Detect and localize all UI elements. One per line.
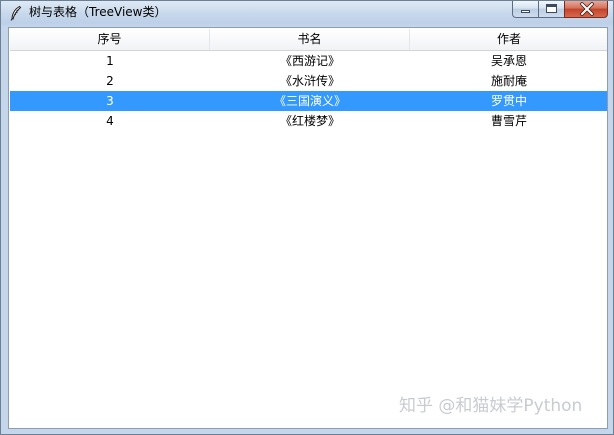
table-row-selected[interactable]: 3 《三国演义》 罗贯中 <box>10 91 607 111</box>
caption-buttons <box>512 1 608 19</box>
table-row[interactable]: 1 《西游记》 吴承恩 <box>10 51 607 71</box>
cell-book-title: 《水浒传》 <box>279 74 340 88</box>
column-header-book-title[interactable]: 书名 <box>210 29 410 50</box>
column-header-index[interactable]: 序号 <box>10 29 210 50</box>
window-title: 树与表格（TreeView类） <box>29 5 167 19</box>
app-window: 树与表格（TreeView类） 序号 书名 作者 1 《西游记》 吴承恩 2 《… <box>0 0 614 435</box>
watermark-text: 知乎 @和猫妹学Python <box>399 396 583 416</box>
feather-icon[interactable] <box>8 5 24 21</box>
cell-book-title: 《红楼梦》 <box>279 114 340 128</box>
table-header: 序号 书名 作者 <box>10 29 607 51</box>
title-bar[interactable]: 树与表格（TreeView类） <box>1 1 613 25</box>
maximize-icon <box>546 4 557 13</box>
cell-index: 3 <box>106 94 114 108</box>
cell-index: 1 <box>106 54 114 68</box>
cell-author: 曹雪芹 <box>490 114 527 128</box>
close-icon <box>580 2 594 16</box>
treeview-table[interactable]: 序号 书名 作者 1 《西游记》 吴承恩 2 《水浒传》 施耐庵 3 《三国演义… <box>10 29 607 428</box>
cell-author: 施耐庵 <box>490 74 527 88</box>
cell-author: 吴承恩 <box>490 54 527 68</box>
cell-book-title: 《西游记》 <box>279 54 340 68</box>
table-row[interactable]: 4 《红楼梦》 曹雪芹 <box>10 111 607 131</box>
cell-book-title: 《三国演义》 <box>273 94 346 108</box>
table-row[interactable]: 2 《水浒传》 施耐庵 <box>10 71 607 91</box>
cell-index: 4 <box>106 114 114 128</box>
cell-index: 2 <box>106 74 114 88</box>
cell-author: 罗贯中 <box>490 94 527 108</box>
column-header-author[interactable]: 作者 <box>410 29 607 50</box>
table-body: 1 《西游记》 吴承恩 2 《水浒传》 施耐庵 3 《三国演义》 罗贯中 4 《… <box>10 51 607 131</box>
minimize-button[interactable] <box>512 1 538 18</box>
maximize-button[interactable] <box>538 1 564 18</box>
minimize-icon <box>521 10 530 13</box>
close-button[interactable] <box>564 1 608 18</box>
client-area: 序号 书名 作者 1 《西游记》 吴承恩 2 《水浒传》 施耐庵 3 《三国演义… <box>8 27 608 429</box>
